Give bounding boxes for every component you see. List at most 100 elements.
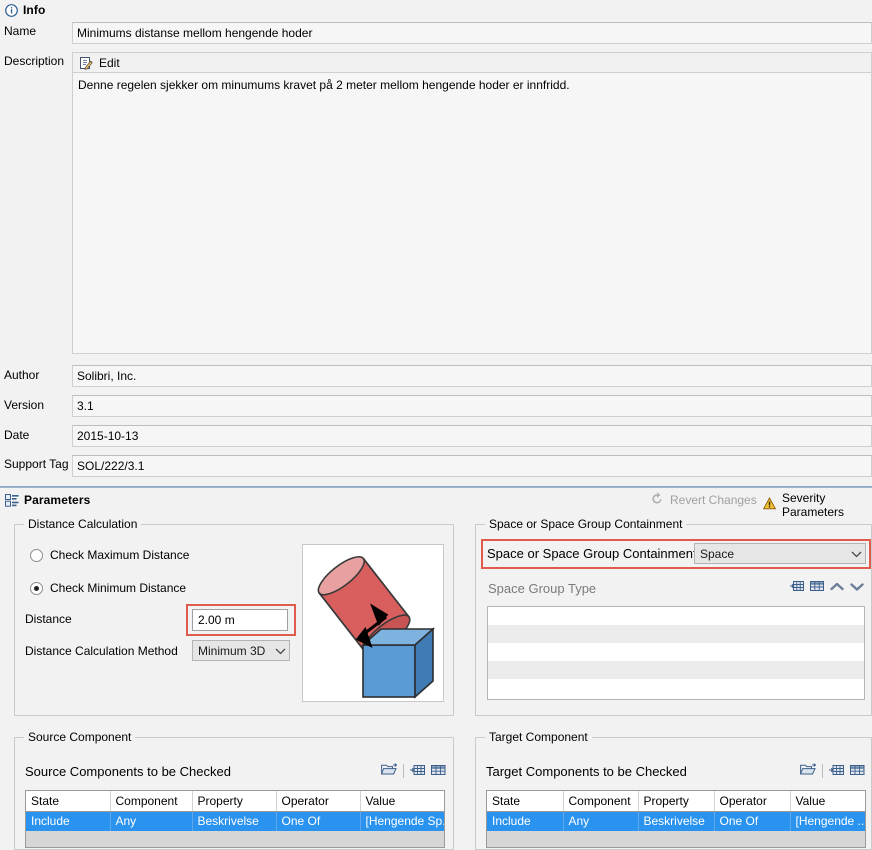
distance-calculation-method-value: Minimum 3D xyxy=(198,643,266,658)
cell-component[interactable]: Any xyxy=(110,811,193,831)
author-label: Author xyxy=(4,368,40,382)
info-circle-icon xyxy=(5,3,18,17)
source-components-subtitle: Source Components to be Checked xyxy=(25,764,231,779)
cell-value[interactable]: [Hengende Sp... xyxy=(360,811,444,831)
column-header-value[interactable]: Value xyxy=(790,791,865,812)
cell-value[interactable]: [Hengende ... xyxy=(790,811,865,831)
target-component-title: Target Component xyxy=(485,730,592,744)
open-folder-icon[interactable] xyxy=(380,763,398,779)
radio-min-label: Check Minimum Distance xyxy=(50,581,187,595)
distance-calculation-method-label: Distance Calculation Method xyxy=(25,644,178,658)
info-section-title: Info xyxy=(23,3,46,17)
source-components-table[interactable]: State Component Property Operator Value … xyxy=(25,790,445,848)
column-header-value[interactable]: Value xyxy=(360,791,444,812)
cell-property[interactable]: Beskrivelse xyxy=(638,811,715,831)
radio-max-label: Check Maximum Distance xyxy=(50,548,190,562)
name-input[interactable]: Minimums distanse mellom hengende hoder xyxy=(72,22,872,44)
source-component-toolbar xyxy=(380,763,446,779)
cylinder-cube-distance-illustration xyxy=(317,556,436,699)
move-down-icon[interactable] xyxy=(850,581,864,595)
table-empty-row xyxy=(26,831,444,847)
list-item[interactable] xyxy=(488,607,864,625)
table-rows-icon[interactable] xyxy=(850,764,865,779)
table-header-row: State Component Property Operator Value xyxy=(487,791,865,812)
version-label: Version xyxy=(4,398,45,412)
add-row-icon[interactable] xyxy=(790,580,804,595)
parameters-list-icon xyxy=(5,493,19,507)
table-row[interactable]: Include Any Beskrivelse One Of [Hengende… xyxy=(487,811,865,831)
support-tag-label: Support Tag xyxy=(4,457,69,471)
name-label: Name xyxy=(4,24,37,38)
radio-check-maximum-distance[interactable]: Check Maximum Distance xyxy=(30,548,189,562)
cell-operator[interactable]: One Of xyxy=(714,811,791,831)
description-textarea[interactable]: Denne regelen sjekker om minumums kravet… xyxy=(72,72,872,354)
cell-state[interactable]: Include xyxy=(26,811,111,831)
column-header-property[interactable]: Property xyxy=(192,791,277,812)
list-item[interactable] xyxy=(488,661,864,679)
source-component-title: Source Component xyxy=(24,730,136,744)
rule-editor-panel: Info Name Minimums distanse mellom henge… xyxy=(0,0,872,850)
space-group-type-label: Space Group Type xyxy=(488,581,597,596)
target-components-table[interactable]: State Component Property Operator Value … xyxy=(486,790,866,848)
author-input[interactable]: Solibri, Inc. xyxy=(72,365,872,387)
revert-arrow-icon xyxy=(650,491,664,508)
radio-check-minimum-distance[interactable]: Check Minimum Distance xyxy=(30,581,186,595)
column-header-operator[interactable]: Operator xyxy=(276,791,361,812)
warning-triangle-icon xyxy=(762,497,777,513)
move-up-icon[interactable] xyxy=(830,581,844,595)
revert-changes-label: Revert Changes xyxy=(670,492,757,507)
version-input[interactable]: 3.1 xyxy=(72,395,872,417)
severity-parameters-button[interactable]: Severity Parameters xyxy=(762,491,872,519)
table-empty-row xyxy=(487,831,865,847)
target-component-toolbar xyxy=(799,763,865,779)
info-section-header: Info xyxy=(0,0,872,20)
column-header-component[interactable]: Component xyxy=(110,791,193,812)
empty-cell xyxy=(487,831,865,847)
table-row[interactable]: Include Any Beskrivelse One Of [Hengende… xyxy=(26,811,444,831)
open-folder-icon[interactable] xyxy=(799,763,817,779)
distance-illustration-panel xyxy=(302,544,444,702)
distance-label: Distance xyxy=(25,612,72,626)
severity-parameters-label: Severity Parameters xyxy=(782,491,845,519)
support-tag-input[interactable]: SOL/222/3.1 xyxy=(72,455,872,477)
date-input[interactable]: 2015-10-13 xyxy=(72,425,872,447)
empty-cell xyxy=(26,831,444,847)
distance-calculation-method-select[interactable]: Minimum 3D xyxy=(192,640,290,661)
column-header-operator[interactable]: Operator xyxy=(714,791,791,812)
distance-input[interactable]: 2.00 m xyxy=(192,609,288,631)
add-row-icon[interactable] xyxy=(410,764,425,779)
space-containment-select[interactable]: Space xyxy=(694,543,866,564)
column-header-property[interactable]: Property xyxy=(638,791,715,812)
space-group-type-list[interactable] xyxy=(487,606,865,700)
column-header-component[interactable]: Component xyxy=(563,791,639,812)
radio-min-indicator[interactable] xyxy=(30,581,43,595)
list-item[interactable] xyxy=(488,625,864,643)
toolbar-separator xyxy=(822,764,823,778)
date-label: Date xyxy=(4,428,30,442)
toolbar-separator xyxy=(403,764,404,778)
radio-max-indicator[interactable] xyxy=(30,548,43,562)
space-containment-title: Space or Space Group Containment xyxy=(485,517,687,531)
parameters-section-divider xyxy=(0,486,872,488)
description-toolbar: Edit xyxy=(72,52,872,72)
edit-button-label[interactable]: Edit xyxy=(99,56,120,70)
column-header-state[interactable]: State xyxy=(487,791,564,812)
space-containment-field-label: Space or Space Group Containment xyxy=(487,546,697,561)
table-rows-icon[interactable] xyxy=(431,764,446,779)
cell-component[interactable]: Any xyxy=(563,811,639,831)
add-row-icon[interactable] xyxy=(829,764,844,779)
chevron-down-icon[interactable] xyxy=(271,647,289,655)
chevron-down-icon[interactable] xyxy=(847,550,865,558)
cell-property[interactable]: Beskrivelse xyxy=(192,811,277,831)
description-label: Description xyxy=(4,54,65,68)
space-group-type-toolbar xyxy=(790,580,864,595)
list-item[interactable] xyxy=(488,643,864,661)
list-item[interactable] xyxy=(488,679,864,697)
revert-changes-button[interactable]: Revert Changes xyxy=(650,491,757,508)
edit-pencil-icon[interactable] xyxy=(79,56,93,70)
cell-operator[interactable]: One Of xyxy=(276,811,361,831)
cell-state[interactable]: Include xyxy=(487,811,564,831)
column-header-state[interactable]: State xyxy=(26,791,111,812)
table-icon[interactable] xyxy=(810,580,824,595)
space-containment-value: Space xyxy=(700,546,735,561)
